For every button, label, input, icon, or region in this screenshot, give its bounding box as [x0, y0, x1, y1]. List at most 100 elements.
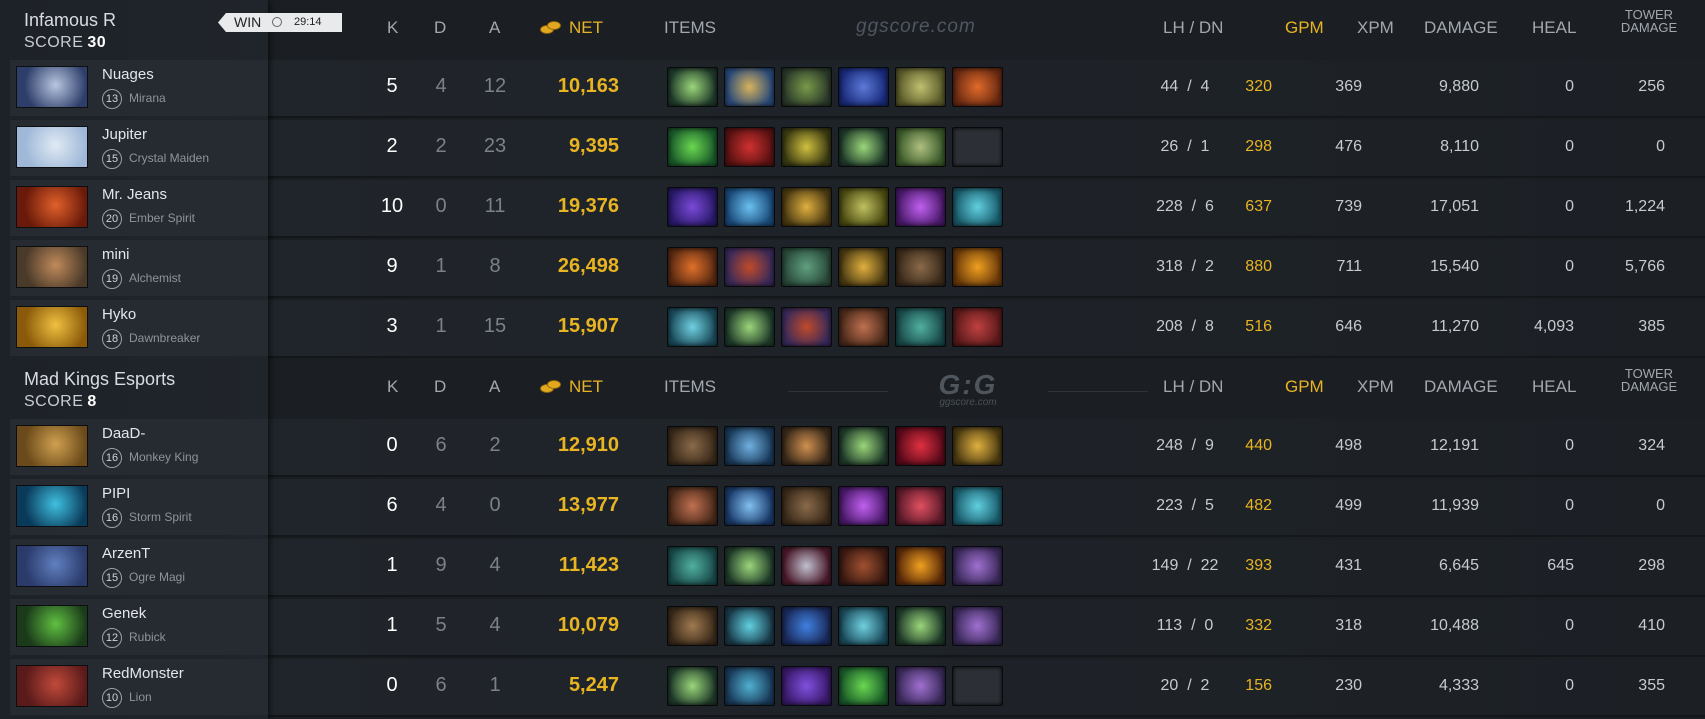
item-icon[interactable]: [952, 67, 1003, 107]
item-icon[interactable]: [781, 307, 832, 347]
item-icon[interactable]: [895, 666, 946, 706]
item-icon[interactable]: [895, 247, 946, 287]
item-icon[interactable]: [667, 666, 718, 706]
hero-level: 16: [102, 508, 122, 528]
player-cell[interactable]: Mr. Jeans 20 Ember Spirit: [10, 180, 268, 236]
item-slots: [667, 606, 1003, 648]
tower-damage: 324: [1638, 437, 1665, 454]
player-cell[interactable]: PIPI 16 Storm Spirit: [10, 479, 268, 535]
header-xpm: XPM: [1357, 18, 1394, 37]
item-icon[interactable]: [952, 247, 1003, 287]
item-icon[interactable]: [952, 307, 1003, 347]
damage: 6,645: [1438, 557, 1479, 574]
item-icon[interactable]: [781, 127, 832, 167]
heal: 0: [1565, 138, 1574, 155]
item-icon[interactable]: [724, 67, 775, 107]
item-icon[interactable]: [781, 67, 832, 107]
item-icon[interactable]: [952, 606, 1003, 646]
empty-item-slot[interactable]: [952, 127, 1003, 167]
item-icon[interactable]: [667, 606, 718, 646]
item-icon[interactable]: [838, 426, 889, 466]
tower-damage: 0: [1656, 138, 1665, 155]
gold-coins-icon: [540, 380, 561, 393]
item-icon[interactable]: [895, 486, 946, 526]
item-icon[interactable]: [838, 127, 889, 167]
header-items: ITEMS: [664, 18, 716, 37]
player-cell[interactable]: mini 19 Alchemist: [10, 240, 268, 296]
item-icon[interactable]: [781, 606, 832, 646]
item-icon[interactable]: [781, 187, 832, 227]
player-cell[interactable]: Jupiter 15 Crystal Maiden: [10, 120, 268, 176]
item-icon[interactable]: [781, 666, 832, 706]
net-worth: 5,247: [568, 674, 619, 696]
item-icon[interactable]: [895, 187, 946, 227]
player-cell[interactable]: RedMonster 10 Lion: [10, 659, 268, 715]
hero-portrait: [16, 126, 88, 168]
item-icon[interactable]: [895, 546, 946, 586]
item-icon[interactable]: [952, 546, 1003, 586]
item-icon[interactable]: [667, 426, 718, 466]
item-icon[interactable]: [724, 546, 775, 586]
item-icon[interactable]: [724, 127, 775, 167]
item-slots: [667, 426, 1003, 468]
player-cell[interactable]: DaaD- 16 Monkey King: [10, 419, 268, 475]
item-icon[interactable]: [724, 426, 775, 466]
heal: 0: [1565, 497, 1574, 514]
item-icon[interactable]: [667, 247, 718, 287]
team-score: SCORE 8: [24, 393, 97, 411]
player-cell[interactable]: ArzenT 15 Ogre Magi: [10, 539, 268, 595]
empty-item-slot[interactable]: [952, 666, 1003, 706]
item-icon[interactable]: [724, 606, 775, 646]
item-icon[interactable]: [952, 187, 1003, 227]
item-icon[interactable]: [838, 666, 889, 706]
item-icon[interactable]: [895, 67, 946, 107]
net-worth: 10,079: [557, 614, 619, 636]
item-icon[interactable]: [724, 666, 775, 706]
item-icon[interactable]: [781, 426, 832, 466]
kills: 3: [386, 315, 398, 337]
item-icon[interactable]: [724, 187, 775, 227]
item-icon[interactable]: [667, 307, 718, 347]
item-icon[interactable]: [838, 247, 889, 287]
item-icon[interactable]: [895, 127, 946, 167]
item-icon[interactable]: [838, 307, 889, 347]
item-icon[interactable]: [838, 486, 889, 526]
item-icon[interactable]: [895, 606, 946, 646]
xpm: 369: [1335, 78, 1362, 95]
item-icon[interactable]: [895, 426, 946, 466]
item-icon[interactable]: [838, 606, 889, 646]
xpm: 646: [1335, 318, 1362, 335]
header-lh-dn: LH / DN: [1163, 18, 1224, 37]
item-icon[interactable]: [667, 546, 718, 586]
player-cell[interactable]: Genek 12 Rubick: [10, 599, 268, 655]
column-header-row: K D A NET ITEMS LH / DN GPM XPM DAMAGE HEAL TOWER D…: [268, 0, 1705, 56]
player-cell[interactable]: Hyko 18 Dawnbreaker: [10, 300, 268, 356]
item-icon[interactable]: [952, 486, 1003, 526]
item-icon[interactable]: [667, 127, 718, 167]
item-icon[interactable]: [667, 67, 718, 107]
item-icon[interactable]: [838, 67, 889, 107]
player-cell[interactable]: Nuages 13 Mirana: [10, 60, 268, 116]
item-icon[interactable]: [952, 426, 1003, 466]
item-icon[interactable]: [895, 307, 946, 347]
tower-damage: 385: [1638, 318, 1665, 335]
item-icon[interactable]: [838, 187, 889, 227]
header-damage: DAMAGE: [1424, 377, 1498, 396]
player-name: RedMonster: [102, 665, 184, 682]
item-icon[interactable]: [781, 247, 832, 287]
damage: 11,939: [1431, 497, 1479, 514]
xpm: 499: [1335, 497, 1362, 514]
hero-level: 18: [102, 329, 122, 349]
item-icon[interactable]: [724, 247, 775, 287]
xpm: 711: [1336, 258, 1362, 275]
gpm: 393: [1245, 557, 1272, 574]
hero-name: Dawnbreaker: [129, 331, 201, 345]
item-icon[interactable]: [781, 486, 832, 526]
item-icon[interactable]: [667, 486, 718, 526]
player-name: Mr. Jeans: [102, 186, 168, 203]
item-icon[interactable]: [838, 546, 889, 586]
item-icon[interactable]: [724, 486, 775, 526]
item-icon[interactable]: [667, 187, 718, 227]
item-icon[interactable]: [724, 307, 775, 347]
item-icon[interactable]: [781, 546, 832, 586]
